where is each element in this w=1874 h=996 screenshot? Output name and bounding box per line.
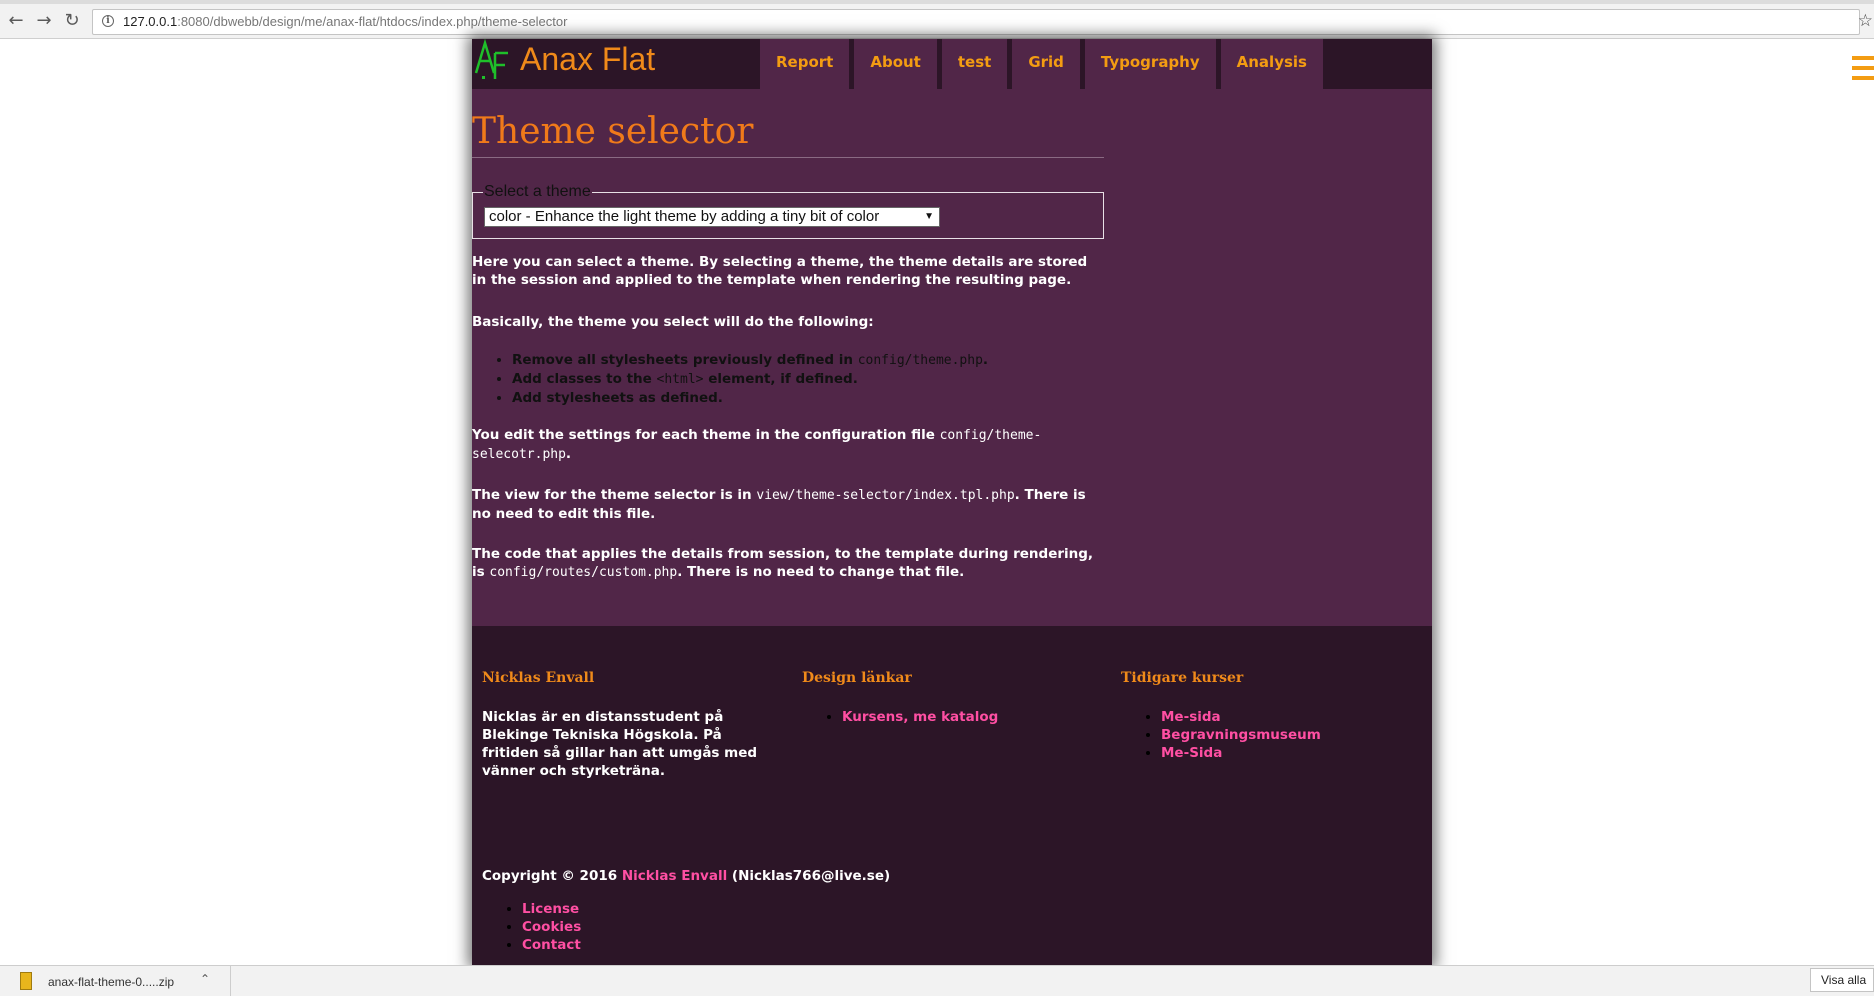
nav-analysis[interactable]: Analysis <box>1220 39 1323 89</box>
nav-report[interactable]: Report <box>760 39 850 89</box>
cookies-link[interactable]: Cookies <box>522 919 581 935</box>
author-link[interactable]: Nicklas Envall <box>622 868 727 884</box>
copyright: Copyright © 2016 Nicklas Envall (Nicklas… <box>482 868 891 884</box>
footer-about-text: Nicklas är en distansstudent på Blekinge… <box>482 709 758 779</box>
site-wrapper: Anax Flat Report About test Grid Typogra… <box>472 39 1432 965</box>
footer-column-design: Design länkar Kursens, me katalog <box>802 670 1102 726</box>
view-paragraph: The view for the theme selector is in vi… <box>472 487 1086 522</box>
site-title[interactable]: Anax Flat <box>520 41 655 78</box>
nav-typography[interactable]: Typography <box>1084 39 1216 89</box>
chevron-up-icon[interactable]: ⌃ <box>200 972 210 986</box>
page-title: Theme selector <box>472 111 754 152</box>
list-item: Me-Sida <box>1161 744 1421 762</box>
browser-toolbar: ← → ↻ i 127.0.0.1:8080/dbwebb/design/me/… <box>0 4 1874 39</box>
list-item: Add stylesheets as defined. <box>512 389 1104 407</box>
info-icon[interactable]: i <box>102 15 114 27</box>
footer-column-courses: Tidigare kurser Me-sida Begravningsmuseu… <box>1121 670 1421 762</box>
intro-paragraph: Here you can select a theme. By selectin… <box>472 254 1088 288</box>
footer-column-about: Nicklas Envall Nicklas är en distansstud… <box>482 670 782 780</box>
site-header: Anax Flat Report About test Grid Typogra… <box>472 39 1432 89</box>
url-text[interactable]: 127.0.0.1:8080/dbwebb/design/me/anax-fla… <box>123 14 567 29</box>
footer-link[interactable]: Me-Sida <box>1161 745 1222 761</box>
site-footer: Nicklas Envall Nicklas är en distansstud… <box>472 626 1432 965</box>
bookmark-star-icon[interactable]: ☆ <box>1858 11 1873 31</box>
title-divider <box>472 157 1104 158</box>
nav-test[interactable]: test <box>941 39 1008 89</box>
list-item: Me-sida <box>1161 708 1421 726</box>
list-item: Add classes to the <html> element, if de… <box>512 370 1104 389</box>
forward-arrow-icon[interactable]: → <box>34 11 54 31</box>
contact-link[interactable]: Contact <box>522 937 581 953</box>
theme-fieldset: Select a theme color - Enhance the light… <box>472 183 1104 239</box>
reload-icon[interactable]: ↻ <box>62 11 82 31</box>
list-item: Cookies <box>522 918 581 936</box>
list-item: Contact <box>522 936 581 954</box>
nav-grid[interactable]: Grid <box>1012 39 1080 89</box>
footer-link[interactable]: Me-sida <box>1161 709 1221 725</box>
dropdown-arrow-icon[interactable]: ▼ <box>924 208 934 226</box>
basically-paragraph: Basically, the theme you select will do … <box>472 314 874 330</box>
back-arrow-icon[interactable]: ← <box>6 11 26 31</box>
list-item: Remove all stylesheets previously define… <box>512 351 1104 370</box>
fieldset-legend: Select a theme <box>483 183 592 201</box>
theme-select-value: color - Enhance the light theme by addin… <box>489 208 880 225</box>
settings-paragraph: You edit the settings for each theme in … <box>472 427 1042 462</box>
show-all-button[interactable]: Visa alla <box>1810 968 1874 992</box>
footer-course-links: Me-sida Begravningsmuseum Me-Sida <box>1121 708 1421 762</box>
code-paragraph: The code that applies the details from s… <box>472 546 1094 580</box>
main-nav: Report About test Grid Typography Analys… <box>760 39 1328 89</box>
theme-actions-list: Remove all stylesheets previously define… <box>472 351 1104 407</box>
theme-select[interactable]: color - Enhance the light theme by addin… <box>484 207 940 227</box>
logo-icon[interactable] <box>474 39 514 84</box>
footer-link[interactable]: Begravningsmuseum <box>1161 727 1321 743</box>
footer-heading: Tidigare kurser <box>1121 670 1244 686</box>
main-content: Theme selector Select a theme color - En… <box>472 109 1104 582</box>
zip-file-icon <box>20 972 32 990</box>
menu-icon[interactable] <box>1852 56 1874 86</box>
list-item: License <box>522 900 581 918</box>
download-file-name: anax-flat-theme-0.....zip <box>48 975 175 989</box>
download-item[interactable]: anax-flat-theme-0.....zip ⌃ <box>20 971 230 993</box>
footer-heading: Nicklas Envall <box>482 670 595 686</box>
list-item: Kursens, me katalog <box>842 708 1102 726</box>
address-bar[interactable]: i 127.0.0.1:8080/dbwebb/design/me/anax-f… <box>92 9 1873 35</box>
footer-heading: Design länkar <box>802 670 912 686</box>
download-bar: anax-flat-theme-0.....zip ⌃ Visa alla <box>0 965 1874 996</box>
nav-about[interactable]: About <box>854 39 937 89</box>
list-item: Begravningsmuseum <box>1161 726 1421 744</box>
footer-link[interactable]: Kursens, me katalog <box>842 709 998 725</box>
license-link[interactable]: License <box>522 901 579 917</box>
footer-design-links: Kursens, me katalog <box>802 708 1102 726</box>
divider <box>230 966 231 996</box>
legal-links: License Cookies Contact <box>482 900 581 954</box>
